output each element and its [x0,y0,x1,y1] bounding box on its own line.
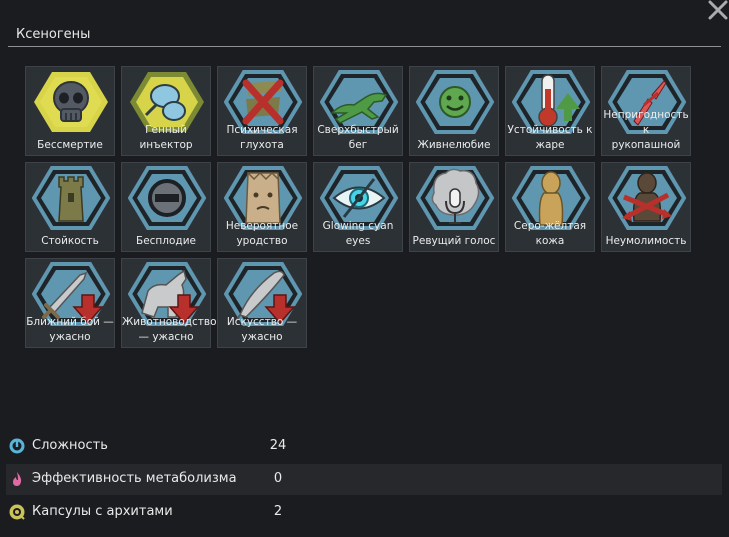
gene-label: Стойкость [41,235,99,247]
close-button[interactable] [707,0,729,20]
gene-sallow-skin[interactable]: Серо-жёлтая кожа [505,162,595,252]
crossed-arrows-icon [608,166,686,230]
gene-label: Животноводство — ужасно [122,316,217,343]
no-entry-icon [128,166,206,230]
gene-injector[interactable]: Генный инъектор [121,66,211,156]
window-title: Ксеногены [16,27,91,42]
gene-animals-awful[interactable]: Животноводство — ужасно [121,258,217,348]
stat-label: Капсулы с архитами [32,504,173,519]
gene-disfigured[interactable]: Невероятное уродство [217,162,307,252]
gene-label: Непригодность к рукопашной [603,109,689,151]
gene-joyful[interactable]: Живнелюбие [409,66,499,156]
smiley-face-icon [416,70,494,134]
gene-label: Ревущий голос [412,235,496,247]
archite-icon [9,504,25,520]
skull-icon [34,72,108,132]
gene-label: Бесплодие [136,235,196,247]
gene-label: Устойчивость к жаре [507,124,593,151]
metabolism-icon [13,472,22,486]
microphone-icon [416,166,494,230]
gene-melee-incapable[interactable]: Непригодность к рукопашной [601,66,691,156]
tower-icon [32,166,110,230]
gene-glowing-cyan-eyes[interactable]: Glowing cyan eyes [313,162,403,252]
gene-label: Серо-жёлтая кожа [513,220,587,247]
close-icon [708,0,728,20]
stat-row-archite-capsules: Капсулы с архитами 2 [6,497,722,528]
gene-sterile[interactable]: Бесплодие [121,162,211,252]
gene-label: Невероятное уродство [225,220,299,247]
gene-roaring-voice[interactable]: Ревущий голос [409,162,499,252]
stat-label: Сложность [32,438,108,453]
title-divider [8,46,721,47]
gene-label: Психическая глухота [226,124,298,151]
gene-label: Неумолимость [605,235,687,247]
gene-label: Генный инъектор [139,124,193,151]
gene-robust[interactable]: Стойкость [25,162,115,252]
stat-row-metabolism: Эффективность метаболизма 0 [6,464,722,495]
gene-melee-awful[interactable]: Ближний бой — ужасно [25,258,115,348]
gene-super-fast-runner[interactable]: Сверхбыстрый бег [313,66,403,156]
gene-heat-resistant[interactable]: Устойчивость к жаре [505,66,595,156]
complexity-icon [9,438,25,454]
stat-label: Эффективность метаболизма [32,471,237,486]
gene-label: Живнелюбие [417,139,491,151]
gene-unstoppable[interactable]: Неумолимость [601,162,691,252]
gene-artistic-awful[interactable]: Искусство — ужасно [217,258,307,348]
stat-value: 2 [273,504,283,519]
stat-value: 24 [269,438,287,453]
gene-label: Искусство — ужасно [226,316,298,343]
gene-label: Сверхбыстрый бег [317,124,399,151]
gene-immortal[interactable]: Бессмертие [25,66,115,156]
stat-value: 0 [273,471,283,486]
gene-label: Бессмертие [37,139,103,151]
stat-row-complexity: Сложность 24 [6,431,722,462]
gene-psychic-deafness[interactable]: Психическая глухота [217,66,307,156]
gene-label: Ближний бой — ужасно [26,316,114,343]
gene-label: Glowing cyan eyes [322,220,394,247]
